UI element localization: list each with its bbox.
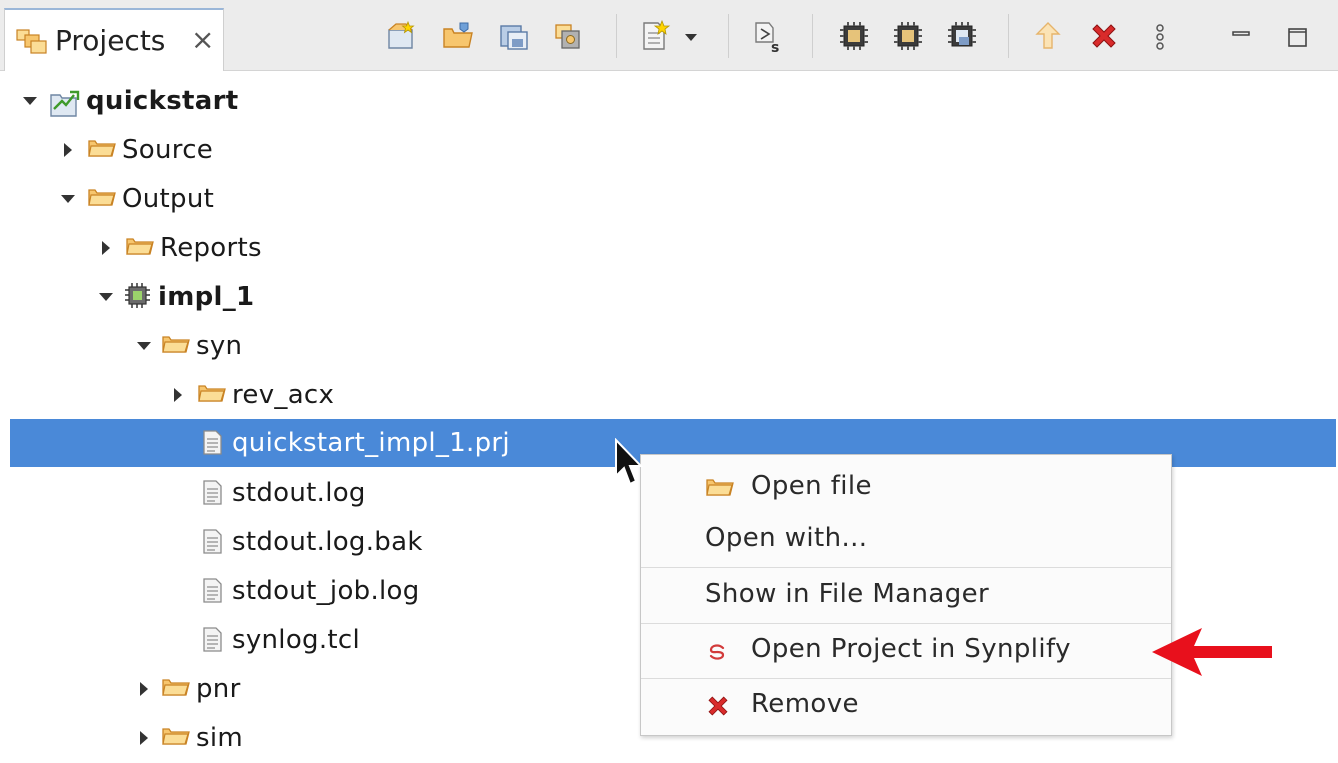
expand-arrow-icon[interactable] (134, 322, 154, 371)
tree-item-label: rev_acx (232, 380, 335, 410)
collapse-arrow-icon[interactable] (58, 126, 78, 175)
tree-item-label: sim (196, 723, 243, 753)
menu-item-remove[interactable]: Remove (641, 685, 1171, 727)
tab-projects[interactable]: Projects × (4, 8, 224, 71)
collapse-arrow-icon[interactable] (134, 714, 154, 763)
folder-icon (88, 140, 116, 157)
folder-icon (88, 189, 116, 206)
new-file-icon[interactable] (640, 20, 672, 54)
chip-run-icon[interactable] (892, 20, 924, 54)
menu-separator (641, 567, 1171, 568)
expand-arrow-icon[interactable] (58, 175, 78, 224)
toolbar-separator (1008, 14, 1009, 58)
tree-item-label: quickstart_impl_1.prj (232, 428, 510, 458)
file-icon (203, 480, 222, 505)
menu-separator (641, 678, 1171, 679)
file-icon (203, 529, 222, 554)
folder-icon (162, 336, 190, 353)
menu-item-label: Show in File Manager (705, 579, 990, 609)
folder-icon (198, 385, 226, 402)
tree-item-label: stdout.log (232, 478, 366, 508)
view-header: Projects × s (0, 0, 1338, 71)
context-menu: Open file Open with... Show in File Mana… (640, 454, 1172, 736)
annotation-arrow-icon (1152, 628, 1272, 676)
toolbar-separator (812, 14, 813, 58)
folder-icon (126, 238, 154, 255)
tree-item-label: stdout.log.bak (232, 527, 423, 557)
maximize-icon[interactable] (1284, 20, 1316, 54)
tree-item-label: quickstart (86, 86, 239, 116)
toolbar-separator (728, 14, 729, 58)
file-icon (203, 627, 222, 652)
expand-arrow-icon[interactable] (96, 273, 116, 322)
tree-item-label: Output (122, 184, 215, 214)
toolbar-separator (616, 14, 617, 58)
tree-item-label: impl_1 (158, 282, 255, 312)
collapse-arrow-icon[interactable] (168, 371, 188, 420)
new-project-icon[interactable] (386, 20, 418, 54)
project-properties-icon[interactable] (553, 20, 585, 54)
tree-item-rev-acx[interactable]: rev_acx (0, 371, 1338, 420)
tree-item-reports[interactable]: Reports (0, 224, 1338, 273)
view-menu-icon[interactable] (1150, 20, 1170, 54)
menu-item-label: Remove (751, 689, 859, 719)
folder-icon (706, 479, 734, 496)
expand-arrow-icon[interactable] (20, 77, 40, 126)
tree-item-label: Source (122, 135, 214, 165)
tree-item-output[interactable]: Output (0, 175, 1338, 224)
chip-save-icon[interactable] (946, 20, 978, 54)
chip-icon[interactable] (838, 20, 870, 54)
chip-icon (124, 282, 151, 309)
menu-item-open-with[interactable]: Open with... (641, 519, 1171, 561)
tree-item-label: pnr (196, 674, 241, 704)
collapse-arrow-icon[interactable] (134, 665, 154, 714)
open-project-icon[interactable] (442, 20, 474, 54)
folder-icon (162, 679, 190, 696)
tree-item-label: stdout_job.log (232, 576, 420, 606)
close-icon[interactable]: × (191, 23, 214, 56)
up-arrow-icon[interactable] (1032, 20, 1064, 54)
tree-item-label: synlog.tcl (232, 625, 361, 655)
menu-item-show-in-file-manager[interactable]: Show in File Manager (641, 575, 1171, 617)
mouse-cursor-icon (615, 438, 644, 486)
file-icon (203, 578, 222, 603)
svg-text:s: s (771, 40, 779, 54)
menu-item-label: Open with... (705, 523, 868, 553)
synplify-icon (709, 644, 725, 660)
tree-item-source[interactable]: Source (0, 126, 1338, 175)
tree-item-syn[interactable]: syn (0, 322, 1338, 371)
tree-item-label: syn (196, 331, 243, 361)
menu-item-open-file[interactable]: Open file (641, 467, 1171, 509)
delete-icon (708, 696, 728, 716)
script-icon[interactable]: s (752, 20, 784, 54)
projects-view-icon (15, 26, 49, 60)
dropdown-arrow-icon[interactable] (680, 20, 702, 54)
save-project-icon[interactable] (498, 20, 530, 54)
file-icon (203, 430, 222, 455)
menu-item-label: Open Project in Synplify (751, 634, 1071, 664)
menu-item-open-project-in-synplify[interactable]: Open Project in Synplify (641, 630, 1171, 672)
folder-icon (162, 728, 190, 745)
tree-item-impl-1[interactable]: impl_1 (0, 273, 1338, 322)
tab-label: Projects (55, 24, 166, 57)
menu-item-label: Open file (751, 471, 872, 501)
tree-item-quickstart[interactable]: quickstart (0, 77, 1338, 126)
menu-separator (641, 623, 1171, 624)
collapse-arrow-icon[interactable] (96, 224, 116, 273)
minimize-icon[interactable] (1228, 20, 1260, 54)
tree-item-label: Reports (160, 233, 262, 263)
delete-icon[interactable] (1088, 20, 1120, 54)
